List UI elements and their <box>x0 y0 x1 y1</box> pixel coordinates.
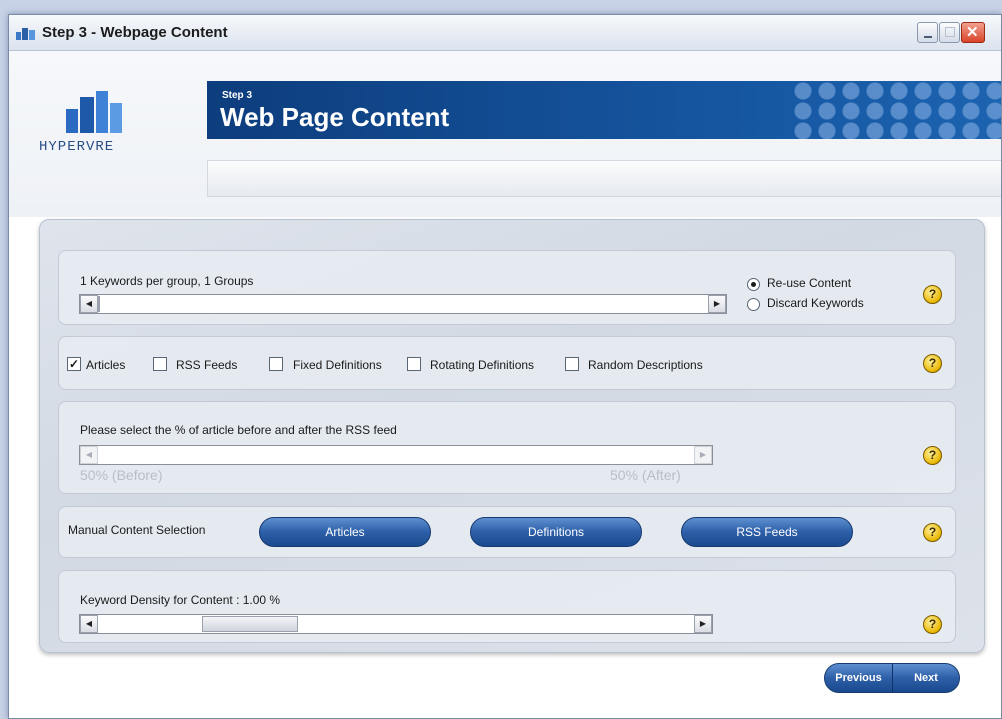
header-area: HYPERVRE Step 3 Web Page Content <box>9 51 1001 217</box>
before-percent-label: 50% (Before) <box>80 467 163 483</box>
help-icon[interactable]: ? <box>923 523 942 542</box>
reuse-content-radio[interactable] <box>747 278 760 291</box>
logo-text: HYPERVRE <box>39 139 115 155</box>
help-icon[interactable]: ? <box>923 354 942 373</box>
rotating-definitions-checkbox[interactable] <box>407 357 421 371</box>
keywords-section: 1 Keywords per group, 1 Groups ◀ ▶ Re-us… <box>58 250 956 325</box>
app-icon <box>16 28 35 40</box>
main-panel: 1 Keywords per group, 1 Groups ◀ ▶ Re-us… <box>39 219 985 653</box>
scroll-left-arrow[interactable]: ◀ <box>80 446 98 464</box>
maximize-icon <box>945 27 955 37</box>
rss-feeds-label[interactable]: RSS Feeds <box>176 358 237 372</box>
banner-subbar <box>207 160 1001 197</box>
help-icon[interactable]: ? <box>923 285 942 304</box>
keyword-density-slider[interactable]: ◀ ▶ <box>79 614 713 634</box>
keyword-density-section: Keyword Density for Content : 1.00 % ◀ ▶… <box>58 570 956 643</box>
rotating-definitions-label[interactable]: Rotating Definitions <box>430 358 534 372</box>
rss-feeds-button[interactable]: RSS Feeds <box>681 517 853 547</box>
fixed-definitions-checkbox[interactable] <box>269 357 283 371</box>
previous-button[interactable]: Previous <box>825 664 893 692</box>
next-button[interactable]: Next <box>893 664 959 692</box>
scroll-right-arrow[interactable]: ▶ <box>694 446 712 464</box>
content-types-section: ✓ Articles RSS Feeds Fixed Definitions R… <box>58 336 956 390</box>
logo: HYPERVRE <box>39 89 149 169</box>
manual-selection-section: Manual Content Selection Articles Defini… <box>58 506 956 558</box>
banner-decoration <box>791 81 1001 139</box>
app-window: Step 3 - Webpage Content ✕ HYPERVRE Step… <box>8 14 1002 719</box>
close-icon: ✕ <box>966 24 979 41</box>
minimize-icon <box>924 36 932 38</box>
keywords-scrollbar[interactable]: ◀ ▶ <box>79 294 727 314</box>
random-descriptions-label[interactable]: Random Descriptions <box>588 358 703 372</box>
rss-split-section: Please select the % of article before an… <box>58 401 956 494</box>
scroll-left-arrow[interactable]: ◀ <box>80 615 98 633</box>
manual-selection-label: Manual Content Selection <box>68 523 206 537</box>
help-icon[interactable]: ? <box>923 615 942 634</box>
after-percent-label: 50% (After) <box>610 467 681 483</box>
rss-split-slider[interactable]: ◀ ▶ <box>79 445 713 465</box>
help-icon[interactable]: ? <box>923 446 942 465</box>
articles-checkbox[interactable]: ✓ <box>67 357 81 371</box>
window-title: Step 3 - Webpage Content <box>42 24 228 41</box>
random-descriptions-checkbox[interactable] <box>565 357 579 371</box>
scroll-right-arrow[interactable]: ▶ <box>708 295 726 313</box>
reuse-content-label[interactable]: Re-use Content <box>767 276 851 290</box>
scroll-thumb[interactable] <box>98 296 100 312</box>
scroll-right-arrow[interactable]: ▶ <box>694 615 712 633</box>
wizard-nav: Previous Next <box>824 663 960 693</box>
fixed-definitions-label[interactable]: Fixed Definitions <box>293 358 382 372</box>
keywords-label: 1 Keywords per group, 1 Groups <box>80 274 254 288</box>
close-button[interactable]: ✕ <box>961 22 985 43</box>
page-title: Web Page Content <box>220 102 450 132</box>
maximize-button[interactable] <box>939 22 960 43</box>
scroll-left-arrow[interactable]: ◀ <box>80 295 98 313</box>
rss-split-label: Please select the % of article before an… <box>80 423 397 437</box>
discard-keywords-radio[interactable] <box>747 298 760 311</box>
articles-label[interactable]: Articles <box>86 358 125 372</box>
minimize-button[interactable] <box>917 22 938 43</box>
title-banner: Step 3 Web Page Content <box>207 81 1001 139</box>
articles-button[interactable]: Articles <box>259 517 431 547</box>
density-slider-thumb[interactable] <box>202 616 298 632</box>
logo-icon <box>66 91 122 133</box>
discard-keywords-label[interactable]: Discard Keywords <box>767 296 864 310</box>
keyword-density-label: Keyword Density for Content : 1.00 % <box>80 593 281 607</box>
title-bar[interactable]: Step 3 - Webpage Content ✕ <box>9 15 1001 51</box>
definitions-button[interactable]: Definitions <box>470 517 642 547</box>
rss-feeds-checkbox[interactable] <box>153 357 167 371</box>
step-label: Step 3 <box>222 90 253 101</box>
